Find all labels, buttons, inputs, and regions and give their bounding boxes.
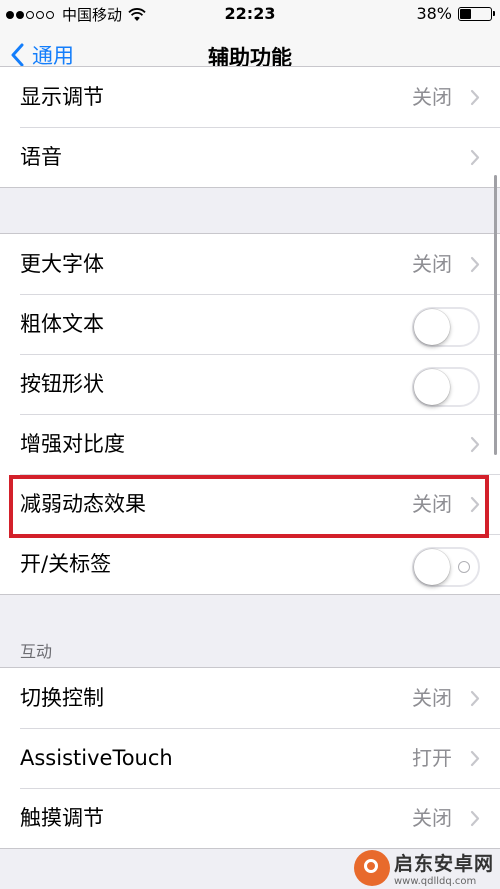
display-row: 粗体文本 — [0, 294, 500, 354]
interaction-row[interactable]: 触摸调节 关闭 — [0, 788, 500, 848]
toggle-knob — [414, 369, 450, 405]
row-value: 关闭 — [412, 686, 452, 710]
row-label: AssistiveTouch — [20, 746, 173, 770]
chevron-right-icon — [470, 750, 480, 767]
status-right: 38% — [416, 4, 495, 23]
row-label: 按钮形状 — [20, 372, 104, 396]
row-label: 开/关标签 — [20, 552, 112, 576]
toggle-knob — [414, 549, 450, 585]
watermark-text: 启东安卓网 www.qdlldq.com — [394, 849, 494, 887]
settings-group-interaction: 切换控制 关闭 AssistiveTouch 打开 触摸调节 关闭 — [0, 667, 500, 849]
display-row: 开/关标签 — [0, 534, 500, 594]
row-label: 语音 — [20, 145, 62, 169]
row-label: 显示调节 — [20, 85, 104, 109]
battery-percent: 38% — [416, 4, 452, 23]
row-label: 切换控制 — [20, 686, 104, 710]
row-label: 粗体文本 — [20, 312, 104, 336]
section-header-interaction: 互动 — [20, 642, 53, 661]
chevron-right-icon — [470, 436, 480, 453]
chevron-right-icon — [470, 810, 480, 827]
vision-row[interactable]: 语音 — [0, 127, 500, 187]
highlight-box — [9, 475, 489, 538]
chevron-right-icon — [470, 690, 480, 707]
row-label: 增强对比度 — [20, 432, 125, 456]
watermark: 启东安卓网 www.qdlldq.com — [353, 849, 494, 887]
toggle-switch[interactable] — [412, 307, 480, 347]
watermark-url: www.qdlldq.com — [393, 876, 477, 887]
chevron-right-icon — [470, 149, 480, 166]
display-row[interactable]: 增强对比度 — [0, 414, 500, 474]
toggle-switch[interactable] — [412, 367, 480, 407]
row-value: 关闭 — [412, 806, 452, 830]
status-bar: 中国移动 22:23 38% — [0, 0, 500, 28]
display-row: 按钮形状 — [0, 354, 500, 414]
vision-row[interactable]: 显示调节 关闭 — [0, 67, 500, 127]
toggle-switch[interactable] — [412, 547, 480, 587]
toggle-knob — [414, 309, 450, 345]
battery-fill — [460, 8, 471, 19]
row-value: 打开 — [412, 746, 452, 770]
interaction-row[interactable]: AssistiveTouch 打开 — [0, 728, 500, 788]
display-row[interactable]: 更大字体 关闭 — [0, 234, 500, 294]
scroll-indicator — [494, 175, 497, 455]
chevron-right-icon — [470, 256, 480, 273]
off-label-icon — [458, 561, 470, 573]
settings-group-vision: 显示调节 关闭语音 — [0, 66, 500, 188]
watermark-logo-icon — [353, 850, 390, 886]
watermark-name: 启东安卓网 — [393, 853, 494, 875]
battery-icon — [458, 6, 495, 21]
row-value: 关闭 — [412, 85, 452, 109]
row-label: 触摸调节 — [20, 806, 104, 830]
interaction-row[interactable]: 切换控制 关闭 — [0, 668, 500, 728]
row-label: 更大字体 — [20, 252, 104, 276]
row-value: 关闭 — [412, 252, 452, 276]
settings-group-display: 更大字体 关闭 粗体文本 按钮形状 增强对比度 减弱动态效果 关闭 开/关标签 — [0, 233, 500, 595]
chevron-right-icon — [470, 89, 480, 106]
